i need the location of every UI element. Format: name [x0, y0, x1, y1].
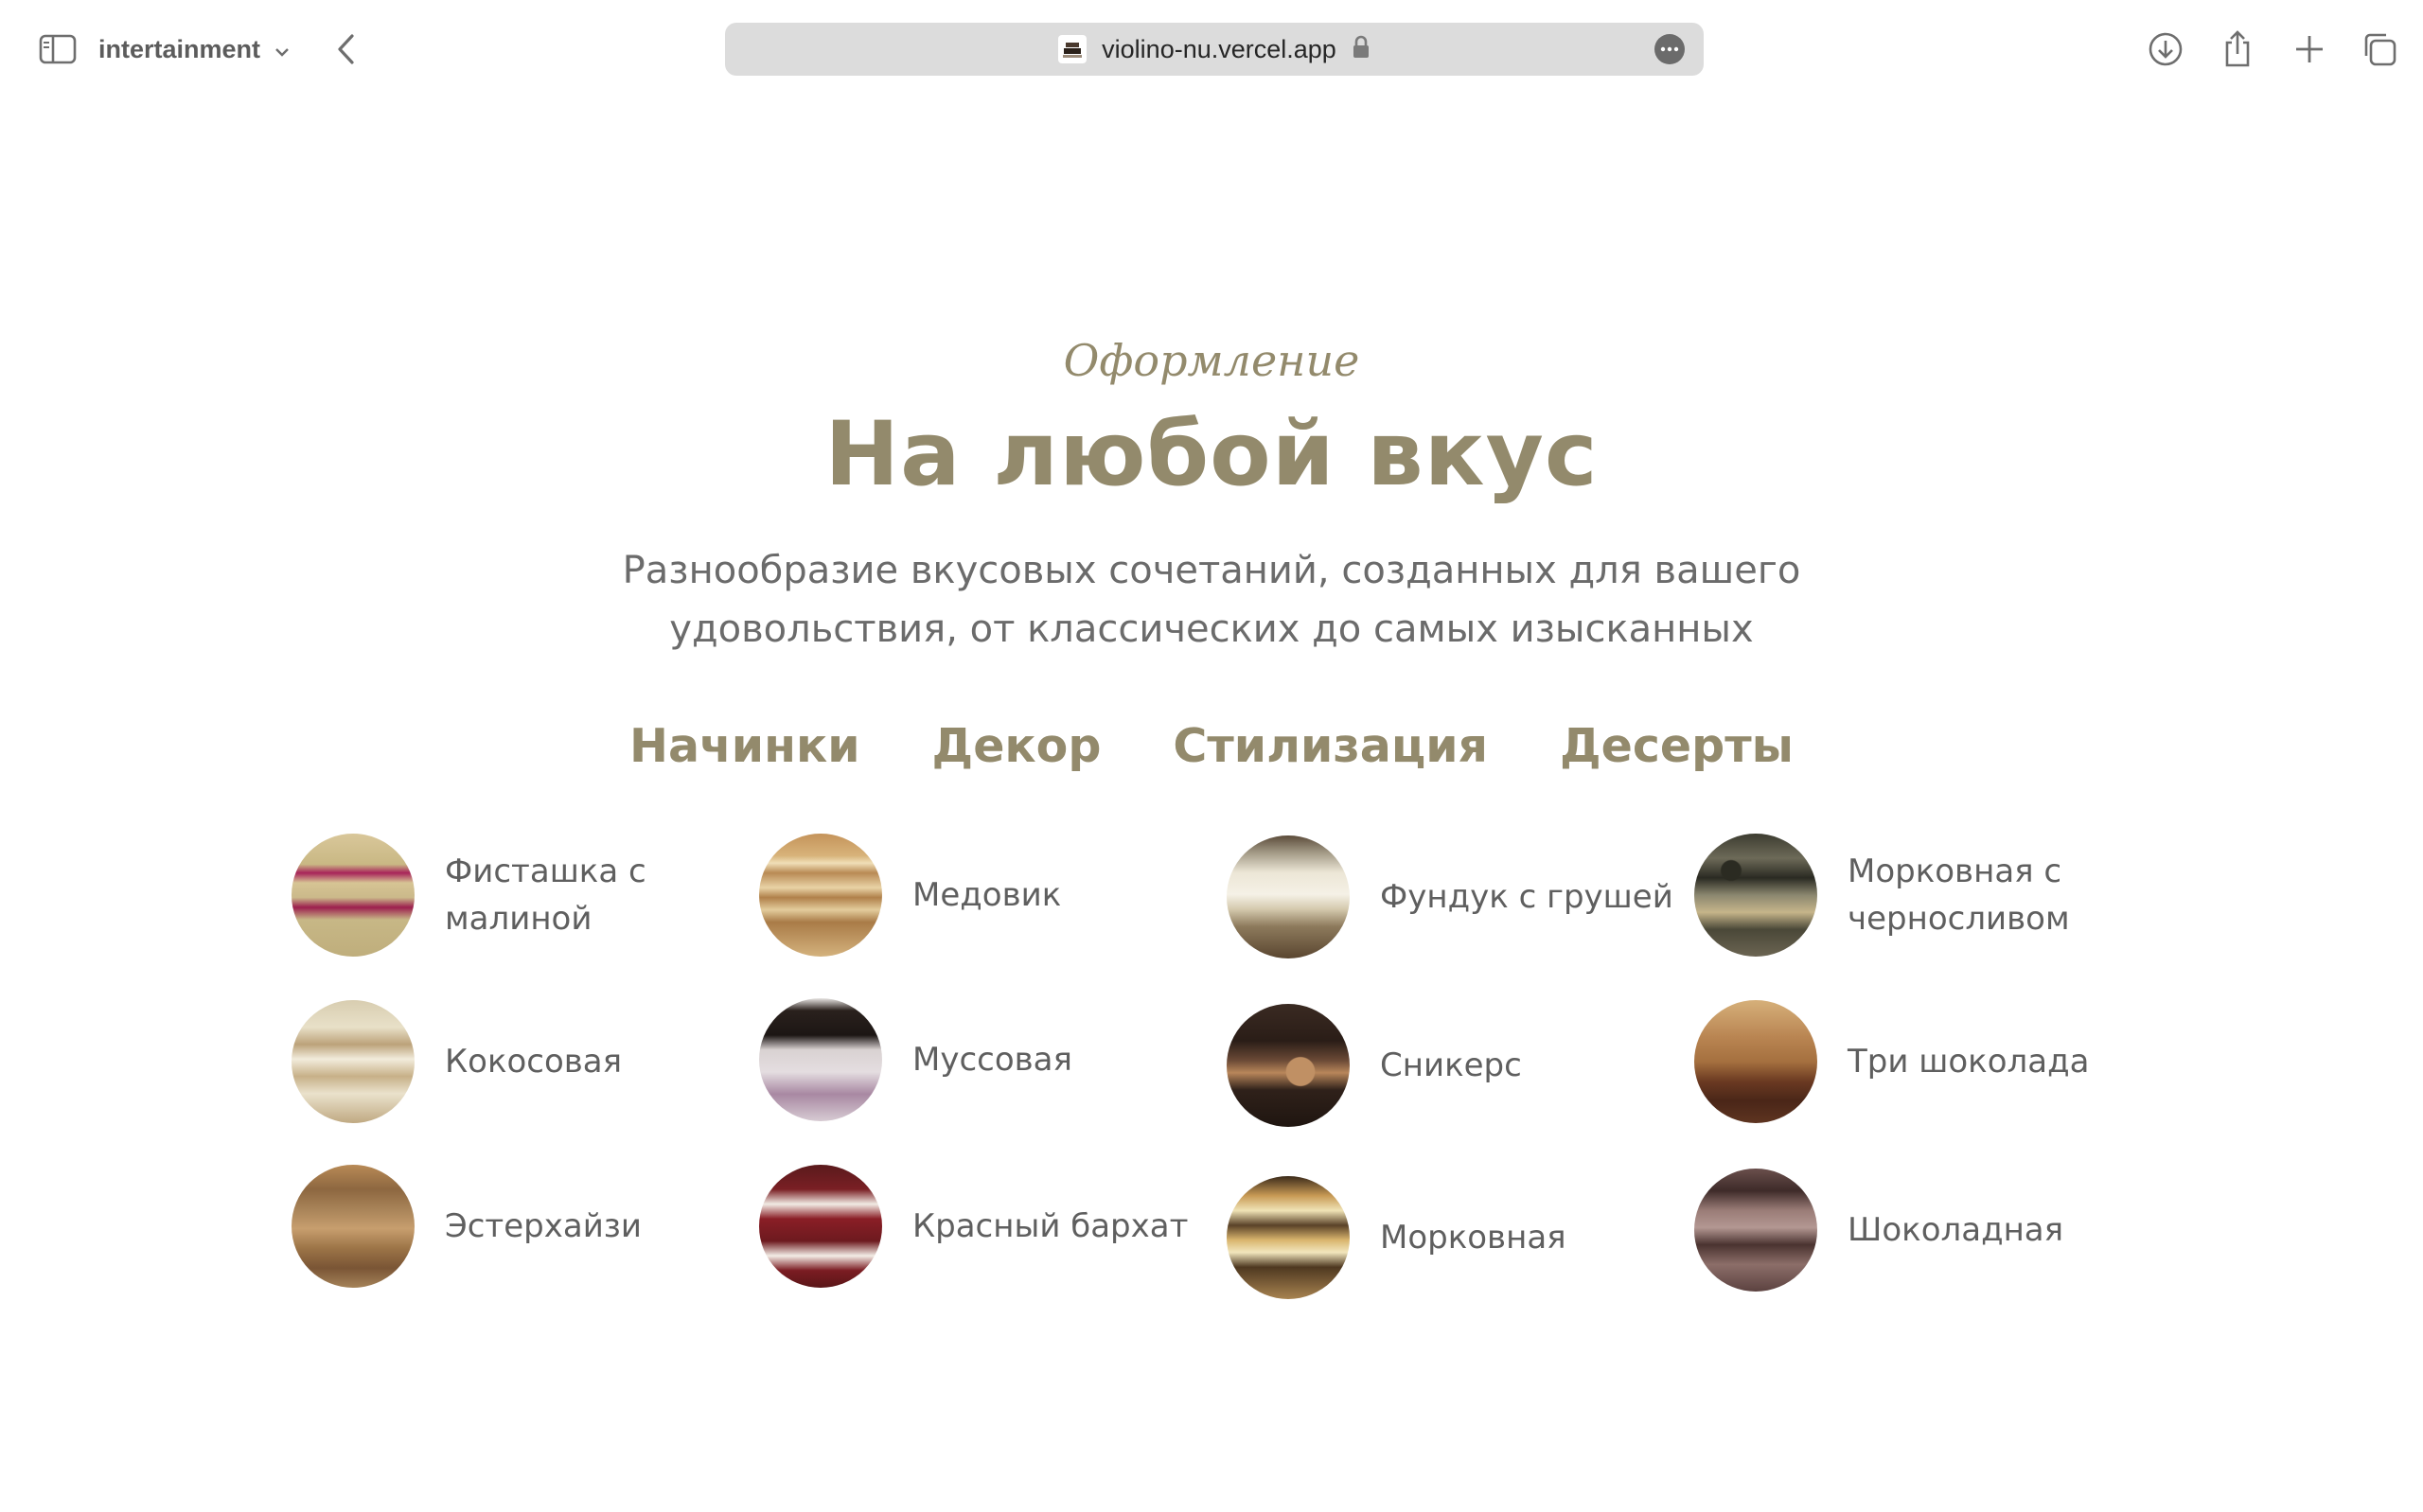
flavor-item[interactable]: Муссовая: [759, 997, 1213, 1122]
cake-slice-image: [1694, 834, 1817, 957]
cake-slice-image: [292, 1000, 415, 1123]
new-tab-icon[interactable]: [2287, 26, 2332, 72]
flavor-label: Эстерхайзи: [445, 1207, 642, 1245]
flavor-item[interactable]: Сникерс: [1227, 1003, 1681, 1128]
browser-toolbar: intertainment violino-nu.vercel.app: [0, 0, 2423, 98]
site-favicon-icon: [1058, 35, 1088, 63]
tab-group-selector[interactable]: intertainment: [98, 28, 291, 70]
flavor-item[interactable]: Морковная с черносливом: [1694, 833, 2149, 958]
page-content: Оформление На любой вкус Разнообразие вк…: [0, 98, 2423, 1512]
flavor-item[interactable]: Фисташка с малиной: [292, 833, 746, 958]
cake-slice-image: [1227, 1004, 1350, 1127]
flavor-item[interactable]: Шоколадная: [1694, 1168, 2149, 1292]
flavor-label: Медовик: [912, 876, 1062, 914]
flavor-label: Кокосовая: [445, 1043, 623, 1081]
chevron-down-icon: [274, 35, 291, 64]
cake-slice-image: [759, 1165, 882, 1288]
tab-group-label: intertainment: [98, 34, 261, 63]
flavor-item[interactable]: Фундук с грушей: [1227, 835, 1681, 959]
download-icon[interactable]: [2143, 26, 2188, 72]
sidebar-toggle-icon[interactable]: [34, 28, 81, 70]
tab-overview-icon[interactable]: [2357, 26, 2402, 72]
share-icon[interactable]: [2215, 26, 2260, 72]
cake-slice-image: [759, 998, 882, 1121]
back-icon[interactable]: [326, 28, 367, 70]
cake-slice-image: [1227, 1176, 1350, 1299]
flavor-item[interactable]: Кокосовая: [292, 999, 746, 1124]
cake-slice-image: [292, 834, 415, 957]
cake-slice-image: [759, 834, 882, 957]
flavor-label: Фисташка с малиной: [445, 853, 646, 938]
flavor-label: Фундук с грушей: [1380, 878, 1673, 916]
page-menu-icon[interactable]: [1654, 34, 1685, 64]
flavor-item[interactable]: Морковная: [1227, 1175, 1681, 1300]
flavor-item[interactable]: Красный бархат: [759, 1164, 1213, 1289]
cake-slice-image: [1694, 1000, 1817, 1123]
flavor-item[interactable]: Медовик: [759, 833, 1213, 958]
flavor-label: Сникерс: [1380, 1046, 1522, 1084]
cake-slice-image: [292, 1165, 415, 1288]
cake-slice-image: [1694, 1169, 1817, 1292]
url-text: violino-nu.vercel.app: [1102, 34, 1336, 63]
lock-icon: [1352, 35, 1371, 63]
address-bar[interactable]: violino-nu.vercel.app: [725, 23, 1704, 76]
flavor-grid: Фисташка с малиной Медовик Фундук с груш…: [0, 98, 2423, 1512]
flavor-label: Муссовая: [912, 1041, 1072, 1079]
flavor-label: Шоколадная: [1848, 1211, 2064, 1249]
flavor-label: Морковная: [1380, 1219, 1566, 1257]
flavor-item[interactable]: Эстерхайзи: [292, 1164, 746, 1289]
cake-slice-image: [1227, 835, 1350, 958]
flavor-item[interactable]: Три шоколада: [1694, 999, 2149, 1124]
flavor-label: Красный бархат: [912, 1207, 1189, 1245]
flavor-label: Три шоколада: [1848, 1043, 2090, 1081]
flavor-label: Морковная с черносливом: [1848, 853, 2070, 938]
